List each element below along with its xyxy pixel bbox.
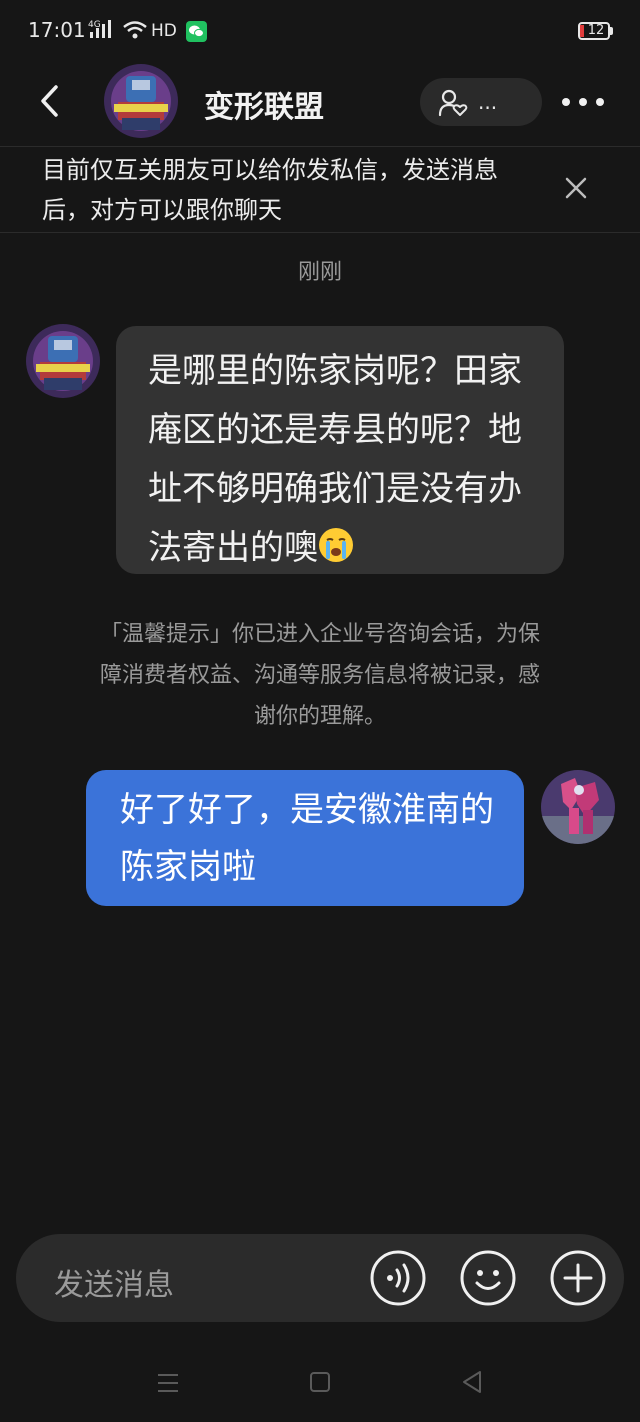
person-heart-icon[interactable]	[438, 89, 468, 117]
voice-icon[interactable]	[370, 1250, 426, 1306]
plus-icon[interactable]	[550, 1250, 606, 1306]
avatar[interactable]	[104, 64, 178, 138]
sender-avatar[interactable]	[26, 324, 100, 398]
cellular-signal-icon: 4G	[88, 20, 111, 38]
status-time: 17:01	[28, 18, 86, 42]
divider	[0, 146, 640, 147]
menu-icon[interactable]	[156, 1372, 180, 1394]
divider	[0, 232, 640, 233]
more-dots-icon[interactable]	[560, 90, 606, 114]
message-timestamp: 刚刚	[297, 260, 342, 285]
outgoing-message-text: 好了好了，是安徽淮南的陈家岗啦	[120, 790, 494, 887]
nav-back-icon[interactable]	[460, 1369, 484, 1395]
incoming-message-text: 是哪里的陈家岗呢？田家庵区的还是寿县的呢？地址不够明确我们是没有办法寄出的噢	[148, 342, 544, 578]
chat-title: 变形联盟	[204, 90, 324, 125]
home-icon[interactable]	[309, 1371, 331, 1393]
system-notice: 「温馨提示」你已进入企业号咨询会话，为保障消费者权益、沟通等服务信息将被记录，感…	[99, 622, 540, 729]
battery-level-text: 12	[587, 23, 605, 38]
user-avatar[interactable]	[541, 770, 615, 844]
wechat-notification-icon	[186, 21, 207, 42]
emoji-icon[interactable]	[460, 1250, 516, 1306]
battery-tip	[610, 27, 613, 35]
crying-face-emoji-icon	[319, 528, 353, 562]
back-chevron-icon[interactable]	[36, 84, 66, 118]
follow-button-label: ...	[478, 90, 498, 114]
wifi-icon	[123, 21, 147, 39]
message-input[interactable]: 发送消息	[54, 1260, 174, 1304]
hd-indicator: HD	[151, 21, 177, 41]
privacy-notice: 目前仅互关朋友可以给你发私信，发送消息后，对方可以跟你聊天	[42, 156, 498, 224]
close-icon[interactable]	[562, 174, 590, 202]
